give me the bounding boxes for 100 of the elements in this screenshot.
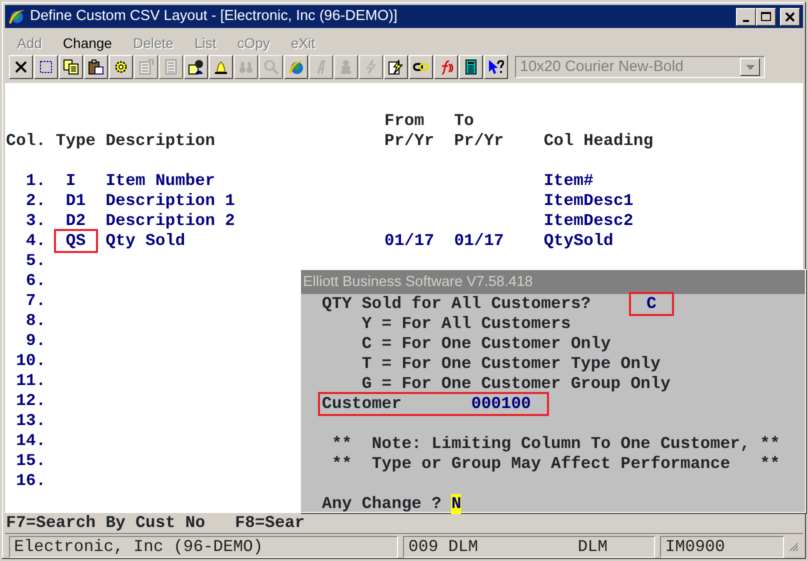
row-number: 1. bbox=[26, 171, 46, 191]
row-number: 5. bbox=[26, 251, 46, 271]
font-combo-value: 10x20 Courier New-Bold bbox=[520, 56, 684, 77]
row-number: 14. bbox=[16, 431, 46, 451]
binoculars-icon bbox=[238, 59, 254, 75]
row-number: 12. bbox=[16, 391, 46, 411]
globe-icon bbox=[288, 59, 304, 75]
option-text: G = For One Customer Group Only bbox=[362, 374, 670, 394]
help-pointer-icon bbox=[488, 59, 504, 75]
customer-value: 000100 bbox=[471, 394, 532, 414]
function-tool-button[interactable] bbox=[434, 55, 458, 79]
note-text: ** Type or Group May Affect Performance ** bbox=[332, 454, 780, 474]
column-header: Pr/Yr bbox=[384, 131, 434, 151]
selection-icon bbox=[38, 59, 54, 75]
window-title: Define Custom CSV Layout - [Electronic, Inc (96-DEMO)] bbox=[30, 6, 398, 26]
option-text: C = For One Customer Only bbox=[362, 334, 611, 354]
status-panel: Electronic, Inc (96-DEMO) bbox=[9, 536, 398, 558]
type-code: D1 bbox=[64, 191, 87, 211]
document-lightning-tool-button[interactable] bbox=[384, 55, 408, 79]
column-header: Col. bbox=[6, 131, 46, 151]
row-number: 6. bbox=[26, 271, 46, 291]
row-number: 10. bbox=[16, 351, 46, 371]
row-number: 3. bbox=[26, 211, 46, 231]
column-header: To bbox=[454, 111, 474, 131]
chain-link-tool-button[interactable] bbox=[409, 55, 433, 79]
row-number: 8. bbox=[26, 311, 46, 331]
row-number: 2. bbox=[26, 191, 46, 211]
answer-field[interactable]: C bbox=[630, 294, 672, 314]
description-cell: Qty Sold bbox=[106, 231, 186, 251]
row-number: 16. bbox=[16, 471, 46, 491]
column-heading-cell: Item# bbox=[544, 171, 594, 191]
globe-tool-button[interactable] bbox=[284, 55, 308, 79]
prompt-text: QTY Sold for All Customers? bbox=[322, 294, 591, 314]
to-period: 01/17 bbox=[454, 231, 504, 251]
person-document-tool-button[interactable] bbox=[184, 55, 208, 79]
bell-icon bbox=[213, 59, 229, 75]
type-code: I bbox=[64, 171, 77, 191]
option-text: Y = For All Customers bbox=[362, 314, 571, 334]
change-prompt: Any Change ? bbox=[322, 494, 442, 514]
copy-icon bbox=[63, 59, 79, 75]
column-header: Pr/Yr bbox=[454, 131, 504, 151]
minimize-button[interactable] bbox=[736, 8, 756, 26]
row-number: 9. bbox=[26, 331, 46, 351]
menu-item[interactable]: Change bbox=[56, 33, 118, 53]
column-header: Type bbox=[56, 131, 96, 151]
row-number: 4. bbox=[26, 231, 46, 251]
clipboard-tool-button[interactable] bbox=[84, 55, 108, 79]
from-period: 01/17 bbox=[384, 231, 434, 251]
calculator-tool-button[interactable] bbox=[459, 55, 483, 79]
selection-tool-button[interactable] bbox=[34, 55, 58, 79]
minimize-icon bbox=[743, 20, 749, 22]
column-heading-cell: ItemDesc1 bbox=[544, 191, 634, 211]
column-heading-cell: ItemDesc2 bbox=[544, 211, 634, 231]
resize-grip-icon bbox=[789, 542, 799, 552]
close-button[interactable] bbox=[780, 8, 800, 26]
customer-field[interactable]: Customer 000100 bbox=[320, 394, 547, 414]
customer-label: Customer bbox=[322, 394, 403, 414]
figure-icon bbox=[338, 59, 354, 75]
gear-tool-button[interactable] bbox=[109, 55, 133, 79]
lightning-icon bbox=[363, 59, 379, 75]
description-cell: Description 1 bbox=[106, 191, 236, 211]
dropdown-arrow-icon bbox=[746, 64, 754, 70]
note-text: ** Note: Limiting Column To One Customer, ** bbox=[332, 434, 780, 454]
description-cell: Item Number bbox=[106, 171, 216, 191]
row-number: 7. bbox=[26, 291, 46, 311]
user-text: 009 DLM bbox=[408, 536, 480, 556]
type-code: D2 bbox=[64, 211, 87, 231]
bell-tool-button[interactable] bbox=[209, 55, 233, 79]
app-logo-icon bbox=[8, 8, 26, 26]
column-header: Col Heading bbox=[544, 131, 654, 151]
calculator-icon bbox=[463, 59, 479, 75]
clipboard-icon bbox=[88, 59, 104, 75]
document-icon bbox=[138, 59, 154, 75]
copy-tool-button[interactable] bbox=[59, 55, 83, 79]
user-text: DLM bbox=[578, 536, 608, 556]
gear-icon bbox=[113, 59, 129, 75]
function-key-hint: F8=Sear bbox=[235, 513, 305, 533]
list-icon bbox=[163, 59, 179, 75]
document-lightning-icon bbox=[388, 59, 404, 75]
maximize-icon bbox=[760, 10, 772, 22]
row-number: 13. bbox=[16, 411, 46, 431]
dialog-title: Elliott Business Software V7.58.418 bbox=[301, 270, 805, 294]
change-input[interactable]: N bbox=[451, 494, 462, 514]
description-cell: Description 2 bbox=[106, 211, 236, 231]
close-icon bbox=[784, 10, 796, 22]
option-text: T = For One Customer Type Only bbox=[362, 354, 660, 374]
column-header: From bbox=[384, 111, 424, 131]
row-number: 11. bbox=[16, 371, 46, 391]
column-header: Description bbox=[106, 131, 216, 151]
column-heading-cell: QtySold bbox=[544, 231, 614, 251]
function-key-hint: F7=Search By Cust No bbox=[6, 513, 206, 533]
status-panel: IM0900 bbox=[660, 536, 784, 558]
type-code: QS bbox=[56, 231, 96, 251]
person-document-icon bbox=[188, 59, 204, 75]
help-pointer-tool-button[interactable] bbox=[484, 55, 508, 79]
maximize-button[interactable] bbox=[756, 8, 776, 26]
search-icon bbox=[263, 59, 279, 75]
row-number: 15. bbox=[16, 451, 46, 471]
close-icon bbox=[13, 59, 29, 75]
close-tool-button[interactable] bbox=[9, 55, 33, 79]
